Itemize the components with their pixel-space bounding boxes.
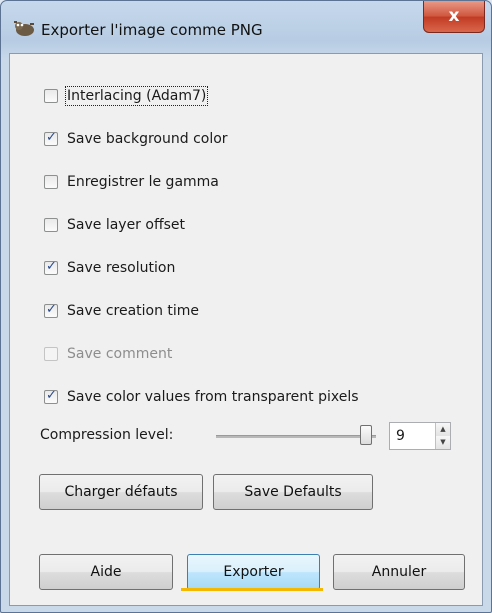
compression-slider-handle[interactable] [360,425,372,445]
save-defaults-button[interactable]: Save Defaults [213,474,373,510]
option-save-background-color[interactable]: Save background color [44,129,228,149]
compression-slider-track[interactable] [216,435,376,438]
option-interlacing[interactable]: Interlacing (Adam7) [44,86,209,106]
dialog-content: Interlacing (Adam7) Save background colo… [9,53,483,606]
help-button[interactable]: Aide [39,554,173,590]
export-label: Exporter [223,564,284,580]
compression-level-value: 9 [396,428,405,444]
save-defaults-label: Save Defaults [244,484,342,500]
save-layer-offset-label: Save layer offset [67,217,185,233]
save-comment-label: Save comment [67,346,173,362]
cancel-button[interactable]: Annuler [333,554,465,590]
gimp-wilber-icon [14,21,34,36]
save-background-color-label: Save background color [67,131,228,147]
interlacing-checkbox[interactable] [44,89,58,103]
compression-level-row: Compression level: 9 ▲ ▼ [40,422,480,450]
title-bar[interactable]: Exporter l'image comme PNG x [1,1,491,53]
option-save-creation-time[interactable]: Save creation time [44,301,199,321]
spin-up-icon[interactable]: ▲ [436,423,450,436]
interlacing-label: Interlacing (Adam7) [64,86,209,106]
save-gamma-checkbox[interactable] [44,175,58,189]
compression-level-spinbox[interactable]: 9 ▲ ▼ [389,422,451,450]
option-save-gamma[interactable]: Enregistrer le gamma [44,172,219,192]
load-defaults-button[interactable]: Charger défauts [39,474,203,510]
window-title: Exporter l'image comme PNG [41,21,263,39]
save-resolution-checkbox[interactable] [44,259,58,275]
load-defaults-label: Charger défauts [64,484,178,500]
save-creation-time-checkbox[interactable] [44,302,58,318]
save-transparent-color-values-checkbox[interactable] [44,388,58,404]
save-comment-checkbox [44,347,58,361]
spin-buttons: ▲ ▼ [435,423,450,449]
help-label: Aide [90,564,122,580]
save-creation-time-label: Save creation time [67,303,200,319]
save-background-color-checkbox[interactable] [44,130,58,146]
export-png-dialog: Exporter l'image comme PNG x Interlacing… [0,0,492,613]
save-resolution-label: Save resolution [67,260,176,276]
export-button[interactable]: Exporter [187,554,320,590]
cancel-label: Annuler [371,564,427,580]
save-gamma-label: Enregistrer le gamma [67,174,219,190]
close-icon: x [448,6,460,26]
save-transparent-color-values-label: Save color values from transparent pixel… [67,389,359,405]
option-save-layer-offset[interactable]: Save layer offset [44,215,185,235]
option-save-transparent-color-values[interactable]: Save color values from transparent pixel… [44,387,359,407]
save-layer-offset-checkbox[interactable] [44,218,58,232]
export-highlight-underline [181,588,323,591]
spin-down-icon[interactable]: ▼ [436,436,450,449]
option-save-resolution[interactable]: Save resolution [44,258,175,278]
option-save-comment: Save comment [44,344,172,364]
compression-level-label: Compression level: [40,427,174,443]
close-button[interactable]: x [423,1,485,33]
